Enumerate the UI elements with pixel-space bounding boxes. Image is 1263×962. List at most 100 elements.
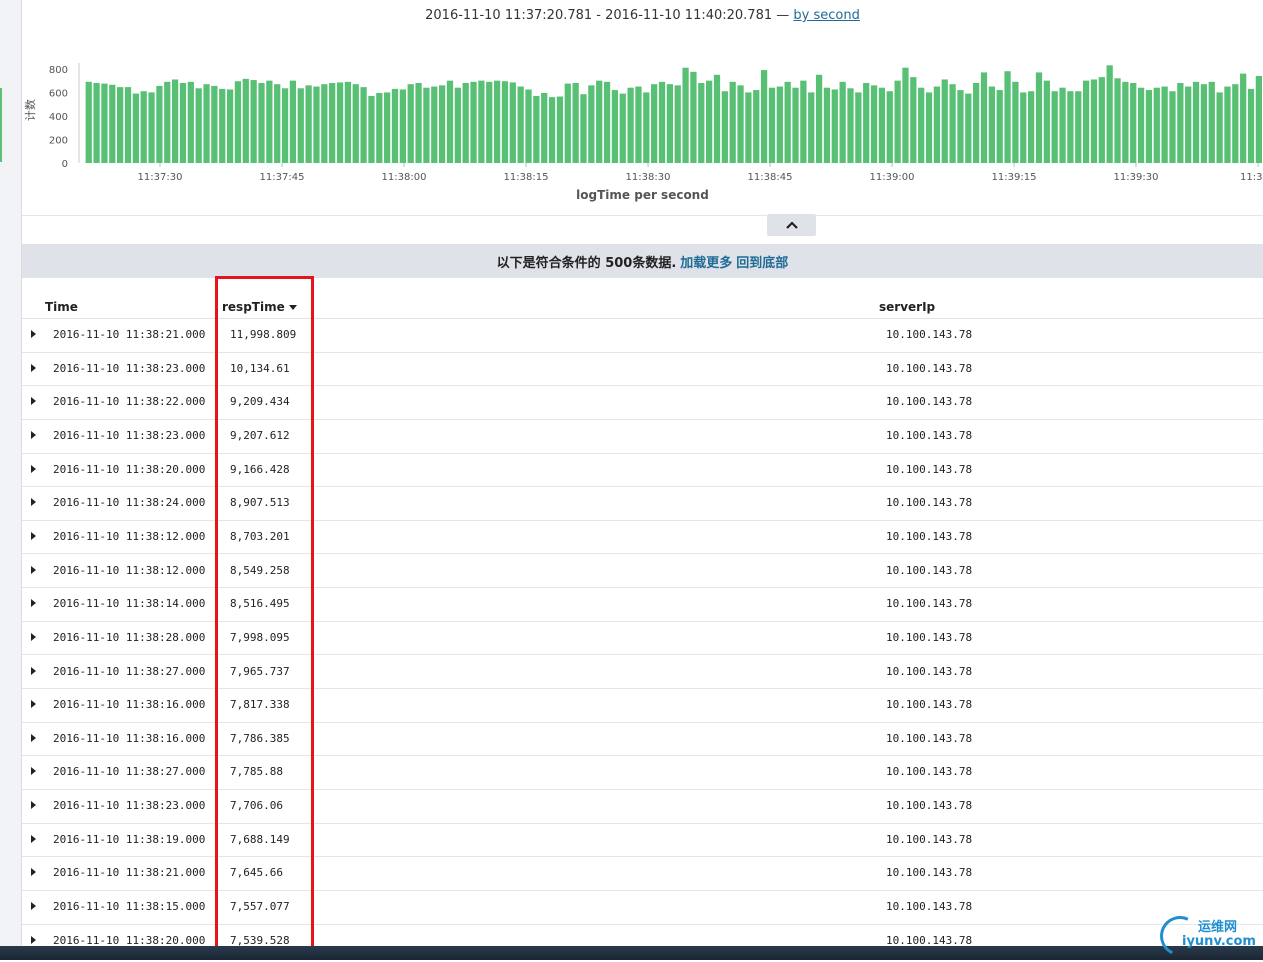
table-row[interactable]: 2016-11-10 11:38:16.000 7,817.338 10.100.1…	[22, 688, 1263, 723]
column-header-serverip[interactable]: serverIp	[879, 300, 935, 314]
histogram-bar[interactable]	[643, 92, 650, 163]
histogram-bar[interactable]	[894, 80, 901, 163]
histogram-bar[interactable]	[729, 81, 736, 163]
histogram-bar[interactable]	[1035, 72, 1043, 163]
histogram-bar[interactable]	[250, 80, 257, 163]
histogram-bar[interactable]	[1137, 87, 1145, 163]
table-row[interactable]: 2016-11-10 11:38:23.000 9,207.612 10.100.1…	[22, 419, 1263, 454]
column-header-time[interactable]: Time	[45, 300, 78, 314]
expand-row-icon[interactable]	[31, 868, 36, 877]
histogram-bar[interactable]	[1090, 79, 1098, 163]
table-row[interactable]: 2016-11-10 11:38:14.000 8,516.495 10.100.1…	[22, 587, 1263, 622]
load-more-link[interactable]: 加载更多	[680, 252, 732, 271]
table-row[interactable]: 2016-11-10 11:38:24.000 8,907.513 10.100.1…	[22, 486, 1263, 521]
histogram-bar[interactable]	[988, 86, 995, 163]
histogram-bar[interactable]	[195, 88, 202, 163]
histogram-bar[interactable]	[713, 74, 721, 163]
expand-row-icon[interactable]	[31, 397, 36, 406]
expand-row-icon[interactable]	[31, 599, 36, 608]
histogram-bar[interactable]	[1232, 84, 1239, 163]
histogram-bar[interactable]	[1028, 91, 1035, 163]
table-row[interactable]: 2016-11-10 11:38:27.000 7,965.737 10.100.1…	[22, 655, 1263, 690]
histogram-bar[interactable]	[815, 74, 823, 163]
histogram-bar[interactable]	[1020, 92, 1027, 163]
histogram-bar[interactable]	[1145, 90, 1153, 163]
histogram-bar[interactable]	[910, 77, 917, 163]
histogram-bar[interactable]	[847, 88, 854, 163]
histogram-bar[interactable]	[611, 90, 619, 163]
histogram-bar[interactable]	[226, 89, 234, 163]
histogram-bar[interactable]	[1161, 86, 1168, 163]
table-row[interactable]: 2016-11-10 11:38:21.000 7,645.66 10.100.14…	[22, 856, 1263, 891]
histogram-bar[interactable]	[509, 82, 516, 163]
histogram-bar[interactable]	[745, 92, 752, 163]
histogram-bar[interactable]	[486, 81, 493, 163]
histogram-bar[interactable]	[933, 86, 941, 163]
histogram-bar[interactable]	[753, 90, 760, 163]
histogram-bar[interactable]	[399, 89, 406, 163]
histogram-bar[interactable]	[187, 81, 194, 163]
histogram-bar[interactable]	[839, 81, 846, 163]
histogram-bar[interactable]	[305, 85, 312, 163]
table-row[interactable]: 2016-11-10 11:38:12.000 8,549.258 10.100.1…	[22, 554, 1263, 589]
histogram-bar[interactable]	[517, 86, 524, 163]
histogram-bar[interactable]	[234, 81, 242, 163]
histogram-bar[interactable]	[501, 81, 509, 163]
histogram-bar[interactable]	[446, 80, 454, 163]
histogram-bar[interactable]	[627, 87, 634, 163]
histogram-bar[interactable]	[478, 80, 485, 163]
histogram-bar[interactable]	[329, 83, 336, 163]
expand-row-icon[interactable]	[31, 767, 36, 776]
expand-row-icon[interactable]	[31, 565, 36, 574]
histogram-bar[interactable]	[957, 90, 964, 163]
histogram-bar[interactable]	[949, 84, 956, 163]
histogram-bar[interactable]	[1240, 73, 1247, 163]
histogram-bar[interactable]	[941, 79, 948, 163]
histogram-bar[interactable]	[124, 87, 132, 163]
expand-row-icon[interactable]	[31, 531, 36, 540]
histogram-bar[interactable]	[462, 83, 469, 163]
histogram-bar[interactable]	[321, 84, 328, 163]
histogram-bar[interactable]	[352, 84, 359, 163]
histogram-bar[interactable]	[211, 85, 218, 163]
histogram-bar[interactable]	[698, 83, 705, 163]
histogram-bar[interactable]	[203, 84, 210, 163]
histogram-bar[interactable]	[831, 89, 838, 163]
histogram-bar[interactable]	[603, 81, 611, 163]
histogram-bar[interactable]	[635, 86, 642, 163]
histogram-bar[interactable]	[1043, 80, 1050, 163]
histogram-bar[interactable]	[870, 85, 878, 163]
table-row[interactable]: 2016-11-10 11:38:15.000 7,557.077 10.100.1…	[22, 890, 1263, 925]
histogram-bar[interactable]	[651, 84, 658, 163]
histogram-bar[interactable]	[996, 90, 1003, 163]
table-row[interactable]: 2016-11-10 11:38:12.000 8,703.201 10.100.1…	[22, 520, 1263, 555]
histogram-bar[interactable]	[439, 85, 446, 163]
histogram-bar[interactable]	[391, 88, 399, 163]
histogram-bar[interactable]	[925, 92, 933, 163]
histogram-bar[interactable]	[564, 83, 571, 163]
histogram-bar[interactable]	[580, 94, 587, 163]
table-row[interactable]: 2016-11-10 11:38:28.000 7,998.095 10.100.1…	[22, 621, 1263, 656]
collapse-chart-button[interactable]	[767, 214, 816, 236]
expand-row-icon[interactable]	[31, 935, 36, 944]
table-row[interactable]: 2016-11-10 11:38:27.000 7,785.88 10.100.14…	[22, 755, 1263, 791]
histogram-bar[interactable]	[863, 83, 870, 163]
histogram-bar[interactable]	[281, 88, 289, 163]
expand-row-icon[interactable]	[31, 834, 36, 843]
histogram-bar[interactable]	[886, 91, 893, 163]
histogram-bar[interactable]	[164, 81, 171, 163]
histogram-bar[interactable]	[1247, 88, 1255, 163]
histogram-bar[interactable]	[1200, 84, 1208, 163]
histogram-bar[interactable]	[980, 72, 988, 163]
histogram-bar[interactable]	[776, 86, 783, 163]
histogram-bar[interactable]	[525, 89, 532, 163]
histogram-bar[interactable]	[706, 80, 713, 163]
table-row[interactable]: 2016-11-10 11:38:21.000 11,998.809 10.100.…	[22, 318, 1263, 353]
histogram-bar[interactable]	[666, 84, 673, 163]
histogram-bar[interactable]	[572, 83, 579, 163]
histogram-bar[interactable]	[619, 93, 626, 163]
histogram-bar[interactable]	[1208, 81, 1215, 163]
expand-row-icon[interactable]	[31, 330, 36, 338]
histogram-bar[interactable]	[918, 87, 925, 163]
expand-row-icon[interactable]	[31, 632, 36, 641]
